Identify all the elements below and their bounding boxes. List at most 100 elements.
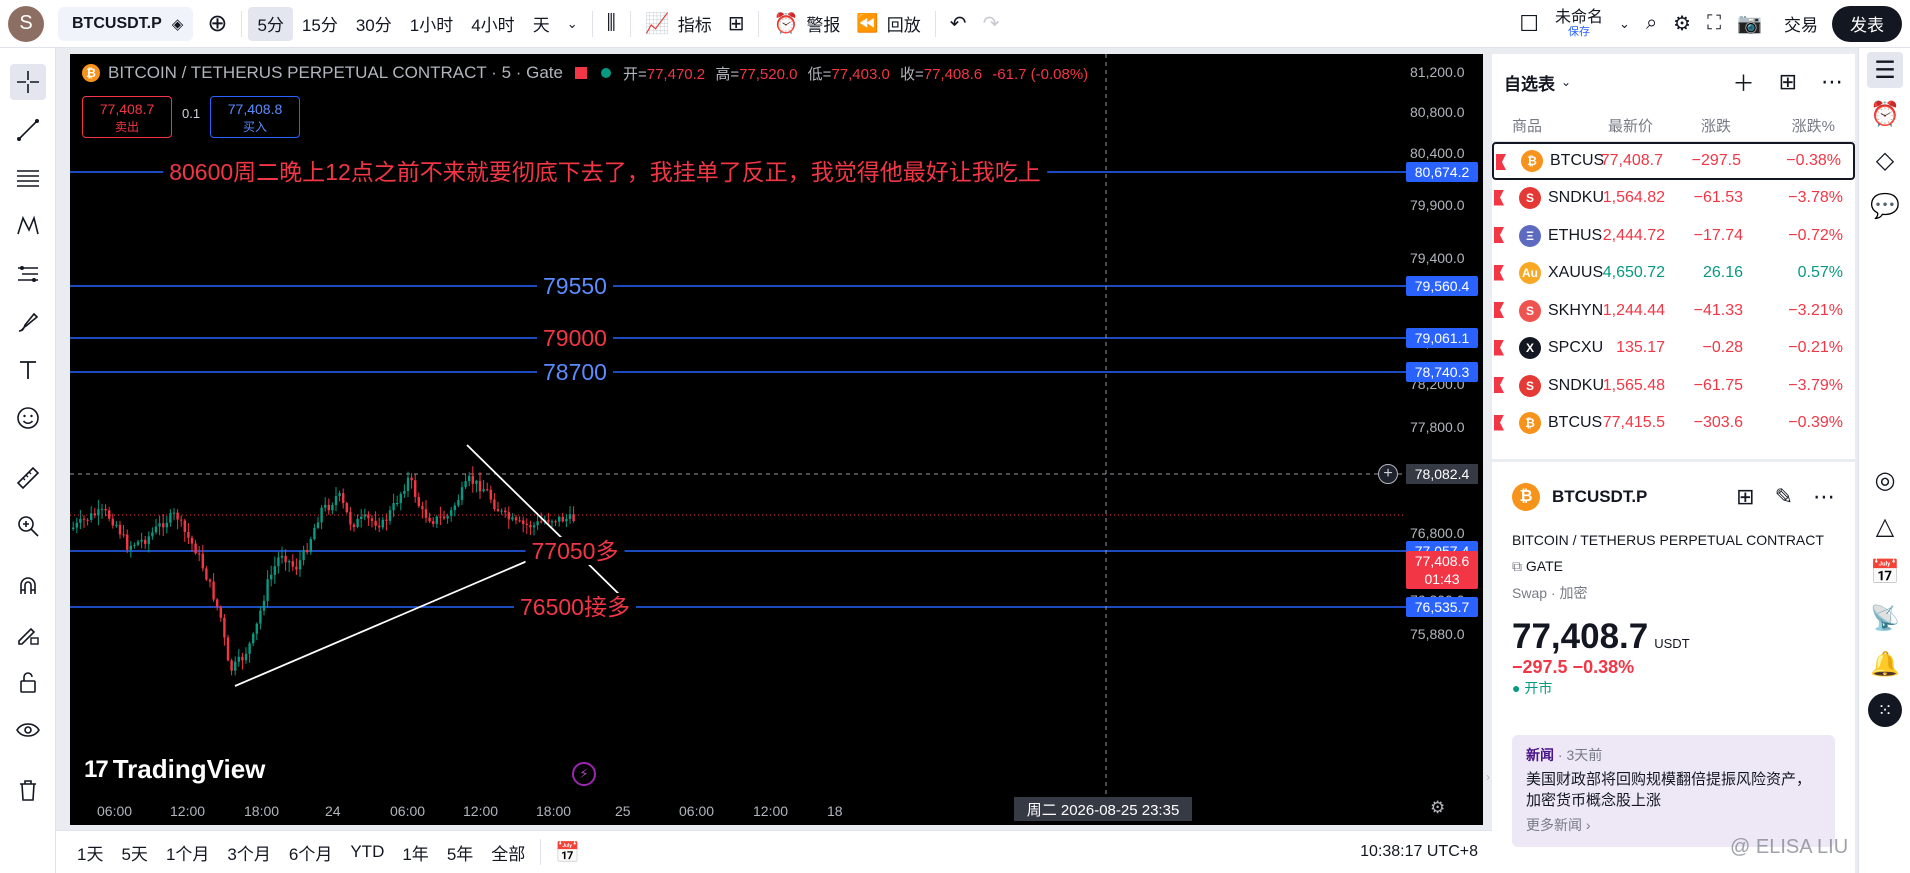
alerts-panel-button[interactable]: ⏰ xyxy=(1867,96,1903,132)
publish-button[interactable]: 发表 xyxy=(1832,5,1902,42)
timeframe-2[interactable]: 30分 xyxy=(347,7,401,41)
trade-button[interactable]: 交易 xyxy=(1770,0,1832,48)
flag-icon[interactable] xyxy=(1494,227,1504,243)
streams-button[interactable]: 📡 xyxy=(1867,600,1903,636)
watchlist-row[interactable]: S SNDKU 1,564.82 −61.53 −3.78% xyxy=(1492,180,1855,218)
calendar-panel-button[interactable]: 📅 xyxy=(1867,554,1903,590)
line-annotation[interactable]: 78700 xyxy=(537,358,613,386)
edit-icon[interactable]: ✎ xyxy=(1775,484,1793,510)
magnet-tool[interactable] xyxy=(10,568,46,604)
go-to-date-button[interactable]: 📅 xyxy=(547,832,588,872)
lock-drawings-tool[interactable] xyxy=(10,664,46,700)
trend-line-tool[interactable] xyxy=(10,112,46,148)
watchlist-row[interactable]: Ξ ETHUS 2,444.72 −17.74 −0.72% xyxy=(1492,217,1855,255)
zoom-tool[interactable] xyxy=(10,508,46,544)
range-2[interactable]: 1个月 xyxy=(157,836,218,868)
compare-button[interactable]: ⊕ xyxy=(199,0,235,48)
alerts-button[interactable]: ⏰ 警报 xyxy=(765,0,848,48)
more-icon[interactable]: ⋯ xyxy=(1821,69,1843,95)
flag-icon[interactable] xyxy=(1494,264,1504,281)
fullscreen-layout-button[interactable]: ☐ xyxy=(1511,0,1547,48)
chevron-down-icon[interactable]: ⌄ xyxy=(1561,75,1571,89)
chart-type-button[interactable]: ⫼ xyxy=(599,0,624,48)
hide-drawings-tool[interactable] xyxy=(10,712,46,748)
column-change-pct[interactable]: 涨跌% xyxy=(1792,115,1835,136)
news-headline[interactable]: 美国财政部将回购规模翻倍提振风险资产，加密货币概念股上涨 xyxy=(1526,769,1821,811)
fullscreen-button[interactable]: ⛶ xyxy=(1699,0,1729,48)
quick-search-button[interactable]: ⌕ xyxy=(1638,0,1665,48)
flag-icon[interactable] xyxy=(1494,189,1504,206)
flag-icon[interactable] xyxy=(1494,377,1504,393)
tradingview-logo[interactable]: 17 TradingView xyxy=(84,754,265,785)
snapshot-button[interactable]: 📷 xyxy=(1729,0,1770,48)
layout-name-button[interactable]: 未命名 保存 xyxy=(1547,9,1611,39)
range-3[interactable]: 3个月 xyxy=(218,836,279,868)
line-annotation[interactable]: 76500接多 xyxy=(514,593,636,621)
timeframe-4[interactable]: 4小时 xyxy=(462,7,523,41)
apps-button[interactable]: ⁙ xyxy=(1867,692,1903,728)
range-4[interactable]: 6个月 xyxy=(280,836,341,868)
column-last[interactable]: 最新价 xyxy=(1608,115,1653,136)
line-annotation[interactable]: 77050多 xyxy=(525,537,625,565)
timeframe-5[interactable]: 天 xyxy=(524,7,559,41)
news-card[interactable]: 新闻 · 3天前 美国财政部将回购规模翻倍提振风险资产，加密货币概念股上涨 更多… xyxy=(1512,735,1835,847)
ideas-button[interactable]: △ xyxy=(1867,508,1903,544)
line-annotation[interactable]: 79550 xyxy=(537,272,613,300)
column-change[interactable]: 涨跌 xyxy=(1701,115,1731,136)
grid-icon[interactable]: ⊞ xyxy=(1736,484,1754,510)
sell-button[interactable]: 77,408.7 卖出 xyxy=(82,96,172,138)
buy-button[interactable]: 77,408.8 买入 xyxy=(210,96,300,138)
chart-settings-gear-icon[interactable]: ⚙ xyxy=(1430,798,1445,818)
more-icon[interactable]: ⋯ xyxy=(1813,484,1835,510)
stay-drawing-tool[interactable] xyxy=(10,616,46,652)
watchlist-row[interactable]: X SPCXU 135.17 −0.28 −0.21% xyxy=(1492,330,1855,368)
watchlist-panel-button[interactable]: ☰ xyxy=(1867,52,1903,88)
flag-icon[interactable] xyxy=(1494,302,1504,318)
user-avatar[interactable]: S xyxy=(8,5,44,42)
templates-button[interactable]: ⊞ xyxy=(720,0,753,48)
collapse-panel-arrow-icon[interactable]: › xyxy=(1486,770,1490,784)
brush-tool[interactable] xyxy=(10,304,46,340)
timeframe-dropdown[interactable]: ⌄ xyxy=(559,0,586,48)
fib-tool[interactable] xyxy=(10,160,46,196)
watchlist-row[interactable]: S SNDKU 1,565.48 −61.75 −3.79% xyxy=(1492,367,1855,405)
delete-drawings-tool[interactable] xyxy=(10,772,46,808)
line-annotation[interactable]: 79000 xyxy=(537,324,613,352)
object-tree-button[interactable]: ◇ xyxy=(1867,142,1903,178)
details-exchange[interactable]: GATE xyxy=(1526,558,1563,574)
range-6[interactable]: 1年 xyxy=(393,836,437,868)
pattern-tool[interactable] xyxy=(10,208,46,244)
column-symbol[interactable]: 商品 xyxy=(1512,115,1542,136)
measure-tool[interactable] xyxy=(10,460,46,496)
flag-icon[interactable] xyxy=(574,67,587,79)
range-1[interactable]: 5天 xyxy=(112,836,156,868)
watchlist-row[interactable]: Au XAUUS 4,650.72 26.16 0.57% xyxy=(1492,255,1855,293)
layout-dropdown[interactable]: ⌄ xyxy=(1611,0,1638,48)
crosshair-tool[interactable] xyxy=(10,64,46,100)
clock-timezone[interactable]: 10:38:17 UTC+8 xyxy=(1360,843,1492,861)
flag-icon[interactable] xyxy=(1494,339,1504,356)
text-tool[interactable] xyxy=(10,352,46,388)
range-5[interactable]: YTD xyxy=(341,836,393,868)
table-view-icon[interactable]: ⊞ xyxy=(1779,69,1797,95)
watchlist-row[interactable]: ₿ BTCUS 77,415.5 −303.6 −0.39% xyxy=(1492,405,1855,443)
replay-button[interactable]: ⏪ 回放 xyxy=(848,0,928,48)
notifications-button[interactable]: 🔔 xyxy=(1867,646,1903,682)
flag-icon[interactable] xyxy=(1494,414,1504,431)
indicators-button[interactable]: 📈 指标 xyxy=(637,0,720,48)
more-news-link[interactable]: 更多新闻 › xyxy=(1526,815,1821,835)
chat-button[interactable]: 💬 xyxy=(1867,188,1903,224)
range-0[interactable]: 1天 xyxy=(68,836,112,868)
timeframe-1[interactable]: 15分 xyxy=(293,7,347,41)
range-7[interactable]: 5年 xyxy=(438,836,482,868)
range-8[interactable]: 全部 xyxy=(482,836,534,868)
diamond-icon[interactable]: ◈ xyxy=(172,15,184,33)
add-alert-plus-icon[interactable]: + xyxy=(1378,464,1398,484)
timeframe-3[interactable]: 1小时 xyxy=(401,7,462,41)
hotlists-button[interactable]: ◎ xyxy=(1867,462,1903,498)
settings-button[interactable]: ⚙ xyxy=(1665,0,1699,48)
external-link-icon[interactable]: ⧉ xyxy=(1512,558,1522,574)
emoji-tool[interactable] xyxy=(10,400,46,436)
watchlist-row[interactable]: S SKHYN 1,244.44 −41.33 −3.21% xyxy=(1492,292,1855,330)
forecast-tool[interactable] xyxy=(10,256,46,292)
